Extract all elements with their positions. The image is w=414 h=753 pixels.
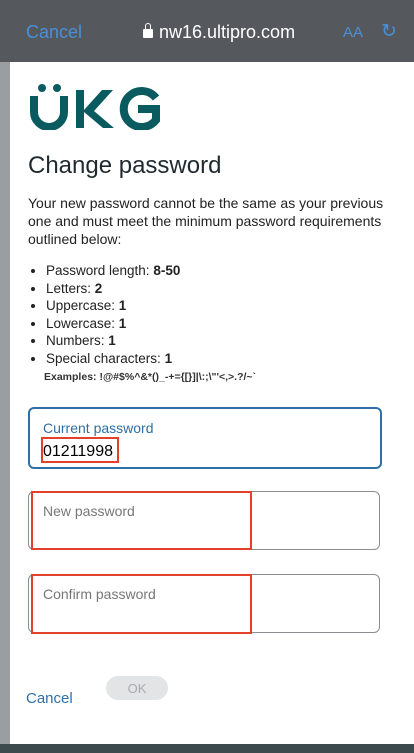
url-text: nw16.ultipro.com — [159, 22, 296, 42]
requirement-item: Numbers: 1 — [46, 332, 180, 350]
text-size-button[interactable]: AA — [343, 24, 363, 41]
highlight-box — [41, 437, 119, 463]
requirement-item: Special characters: 1 — [46, 350, 180, 368]
page-title: Change password — [28, 152, 222, 179]
highlight-box — [31, 574, 252, 634]
requirement-item: Letters: 2 — [46, 280, 180, 298]
browser-cancel-button[interactable]: Cancel — [26, 22, 82, 43]
ok-button[interactable]: OK — [106, 676, 168, 700]
requirements-list: Password length: 8-50 Letters: 2 Upperca… — [28, 262, 180, 367]
requirement-item: Lowercase: 1 — [46, 315, 180, 333]
special-characters-examples: Examples: !@#$%^&*()_-+={[}]|\:;\"'<,>.?… — [44, 371, 257, 383]
browser-bar: Cancel nw16.ultipro.com AA ↻ — [0, 0, 414, 62]
ukg-logo — [30, 84, 160, 130]
intro-text: Your new password cannot be the same as … — [28, 195, 384, 247]
left-edge — [0, 62, 10, 753]
requirement-item: Password length: 8-50 — [46, 262, 180, 280]
requirement-item: Uppercase: 1 — [46, 297, 180, 315]
text-size-label: AA — [343, 24, 364, 41]
reload-icon[interactable]: ↻ — [381, 20, 397, 43]
cancel-link[interactable]: Cancel — [26, 690, 73, 707]
lock-icon — [143, 23, 153, 38]
bottom-strip — [0, 744, 414, 753]
change-password-page: Change password Your new password cannot… — [10, 62, 414, 753]
address-bar[interactable]: nw16.ultipro.com — [143, 22, 295, 43]
current-password-label: Current password — [43, 420, 154, 436]
highlight-box — [31, 491, 252, 550]
